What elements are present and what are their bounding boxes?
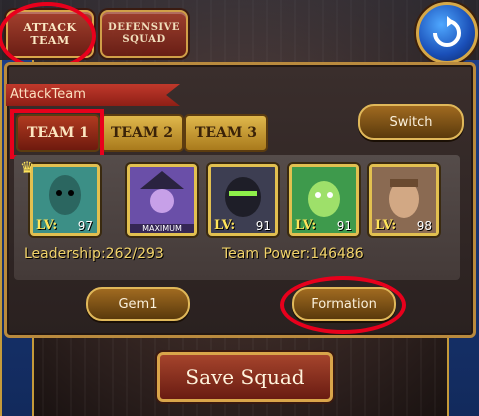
hero-level-label: LV: xyxy=(36,218,58,233)
hero-slot-2[interactable]: MAXIMUM xyxy=(127,164,197,236)
hero-level-label: LV: xyxy=(214,218,236,233)
refresh-button[interactable] xyxy=(416,2,478,64)
leader-crown-icon: ♛ xyxy=(20,158,35,177)
hero-slot-4[interactable]: LV: 91 xyxy=(289,164,359,236)
hero-level-value: 98 xyxy=(416,219,432,233)
defensive-squad-button[interactable]: DEFENSIVE SQUAD xyxy=(100,10,188,58)
leadership-stat: Leadership:262/293 xyxy=(24,246,164,262)
hero-level-label: LV: xyxy=(295,218,317,233)
hero-level-value: 91 xyxy=(336,219,352,233)
tab-team-3[interactable]: TEAM 3 xyxy=(184,114,268,152)
hero-slot-5[interactable]: LV: 98 xyxy=(369,164,439,236)
tab-team-1[interactable]: TEAM 1 xyxy=(16,114,100,152)
hero-slot-1[interactable]: LV: 97 xyxy=(30,164,100,236)
switch-button[interactable]: Switch xyxy=(358,104,464,140)
gem-button[interactable]: Gem1 xyxy=(86,287,190,321)
hero-slot-3[interactable]: LV: 91 xyxy=(208,164,278,236)
tab-team-2[interactable]: TEAM 2 xyxy=(100,114,184,152)
refresh-icon xyxy=(433,16,461,47)
hero-level-value: 97 xyxy=(77,219,93,233)
maximum-badge: MAXIMUM xyxy=(130,224,194,233)
team-power-stat: Team Power:146486 xyxy=(222,246,364,262)
hero-level-value: 91 xyxy=(255,219,271,233)
hero-level-label: LV: xyxy=(375,218,397,233)
panel-label: AttackTeam xyxy=(6,84,180,106)
formation-button[interactable]: Formation xyxy=(292,287,396,321)
attack-team-button[interactable]: ATTACK TEAM xyxy=(6,10,94,58)
save-squad-button[interactable]: Save Squad xyxy=(157,352,333,402)
